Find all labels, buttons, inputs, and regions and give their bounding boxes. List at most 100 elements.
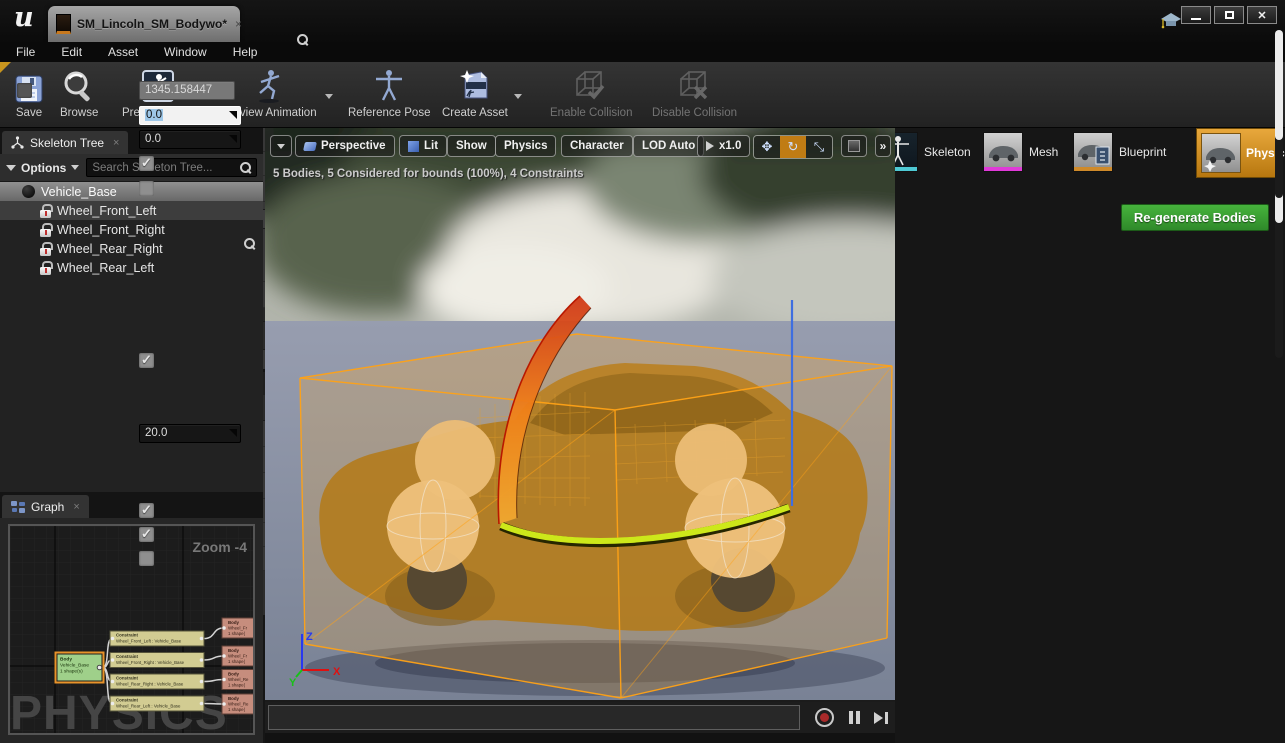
graph-node-body-wheel-rear-right[interactable]: Body Wheel_Re 1 shape( bbox=[222, 670, 253, 690]
graph-panel: Graph × PHYSICS Zoom -4 bbox=[0, 492, 263, 743]
value-spinner-icon[interactable] bbox=[229, 111, 237, 119]
blueprint-asset-button[interactable]: Blueprint bbox=[1073, 132, 1166, 172]
timeline-scrubber[interactable] bbox=[268, 705, 800, 730]
step-forward-button[interactable] bbox=[869, 706, 892, 729]
menu-window[interactable]: Window bbox=[164, 45, 207, 59]
body-lock-icon bbox=[40, 223, 51, 237]
browse-icon bbox=[62, 68, 96, 104]
min-bone-size-field[interactable]: 20.0 bbox=[139, 424, 241, 443]
mesh-asset-button[interactable]: Mesh bbox=[983, 132, 1058, 172]
translate-tool-button[interactable]: ✥ bbox=[754, 136, 780, 158]
viewport-options-button[interactable] bbox=[270, 135, 292, 157]
maximize-button[interactable] bbox=[1214, 6, 1244, 24]
document-tab[interactable]: SM_Lincoln_SM_Bodywo* × bbox=[48, 6, 240, 42]
scale-tool-button[interactable]: ⤡ bbox=[806, 136, 832, 158]
graph-node-constraint-front-right[interactable]: Constraint Wheel_Front_Right : Vehicle_B… bbox=[110, 653, 204, 668]
playback-speed-button[interactable]: x1.0 bbox=[697, 135, 750, 157]
double-sided-checkbox[interactable] bbox=[139, 181, 154, 196]
perspective-button[interactable]: Perspective bbox=[295, 135, 395, 157]
menu-asset[interactable]: Asset bbox=[108, 45, 138, 59]
walk-past-checkbox[interactable] bbox=[139, 527, 154, 542]
rotate-tool-button[interactable]: ↻ bbox=[780, 136, 806, 158]
tree-item-wheel-front-right[interactable]: Wheel_Front_Right bbox=[0, 220, 263, 239]
mesh-thumbnail bbox=[983, 132, 1023, 172]
menu-edit[interactable]: Edit bbox=[61, 45, 82, 59]
svg-text:Wheel_Re: Wheel_Re bbox=[228, 702, 249, 707]
svg-text:Wheel_Fr: Wheel_Fr bbox=[228, 626, 248, 631]
tree-item-wheel-front-left[interactable]: Wheel_Front_Left bbox=[0, 201, 263, 220]
minimize-button[interactable] bbox=[1181, 6, 1211, 24]
angular-damping-field[interactable]: 0.0 bbox=[139, 130, 241, 149]
skeleton-tree-search-input[interactable]: Search Skeleton Tree... bbox=[86, 158, 257, 177]
create-body-all-checkbox[interactable] bbox=[139, 551, 154, 566]
graph-tabbar: Graph × bbox=[0, 492, 263, 518]
svg-text:1 shape(s): 1 shape(s) bbox=[60, 669, 83, 675]
svg-text:Wheel_Front_Left : Vehicle_Bas: Wheel_Front_Left : Vehicle_Base bbox=[116, 639, 182, 644]
svg-text:Wheel_Rear_Right : Vehicle_Bas: Wheel_Rear_Right : Vehicle_Base bbox=[116, 682, 184, 687]
enable-collision-button[interactable]: Enable Collision bbox=[550, 68, 632, 119]
svg-text:Wheel_Fr: Wheel_Fr bbox=[228, 654, 248, 659]
graph-node-body-wheel-front-left[interactable]: Body Wheel_Fr 1 shape( bbox=[222, 618, 253, 638]
viewport-canvas[interactable]: Z X Y bbox=[265, 128, 895, 700]
tutorial-cap-icon[interactable] bbox=[1160, 12, 1182, 30]
tab-skeleton-tree[interactable]: Skeleton Tree × bbox=[2, 131, 128, 154]
viewport-overflow-chevron[interactable]: » bbox=[875, 135, 891, 157]
show-menu-button[interactable]: Show bbox=[447, 135, 496, 157]
tree-item-wheel-rear-left[interactable]: Wheel_Rear_Left bbox=[0, 258, 263, 277]
value-spinner-icon[interactable] bbox=[229, 135, 237, 143]
graph-node-vehicle-base[interactable]: Body Vehicle_Base 1 shape(s) bbox=[56, 653, 104, 683]
close-button[interactable]: ✕ bbox=[1247, 6, 1277, 24]
physics-asset-button[interactable]: Physics bbox=[1196, 128, 1282, 178]
svg-text:Constraint: Constraint bbox=[116, 633, 138, 638]
options-button[interactable]: Options bbox=[21, 161, 66, 175]
preview-animation-dropdown-icon[interactable] bbox=[325, 94, 333, 99]
value-spinner-icon[interactable] bbox=[229, 429, 237, 437]
tab-close-icon[interactable]: × bbox=[235, 17, 242, 31]
graph-node-constraint-front-left[interactable]: Constraint Wheel_Front_Left : Vehicle_Ba… bbox=[110, 631, 204, 646]
tree-item-wheel-rear-right[interactable]: Wheel_Rear_Right bbox=[0, 239, 263, 258]
lit-mode-button[interactable]: Lit bbox=[399, 135, 447, 157]
svg-text:X: X bbox=[333, 666, 341, 678]
graph-node-constraint-rear-left[interactable]: Constraint Wheel_Rear_Left : Vehicle_Bas… bbox=[110, 696, 204, 711]
options-dropdown-icon[interactable] bbox=[71, 165, 79, 170]
auto-orient-checkbox[interactable] bbox=[139, 503, 154, 518]
search-icon bbox=[297, 34, 308, 45]
svg-text:1 shape(: 1 shape( bbox=[228, 659, 246, 664]
skeleton-tree-options-row: Options Search Skeleton Tree... bbox=[0, 154, 263, 182]
browse-button[interactable]: Browse bbox=[60, 68, 98, 119]
create-asset-dropdown-icon[interactable] bbox=[514, 94, 522, 99]
menu-file[interactable]: File bbox=[16, 45, 35, 59]
title-bar: u SM_Lincoln_SM_Bodywo* × ✕ bbox=[0, 0, 1285, 42]
preview-animation-icon bbox=[252, 68, 286, 104]
graph-node-constraint-rear-right[interactable]: Constraint Wheel_Rear_Right : Vehicle_Ba… bbox=[110, 674, 204, 689]
enable-gravity-checkbox[interactable] bbox=[139, 156, 154, 171]
tab-graph[interactable]: Graph × bbox=[2, 495, 89, 518]
mass-override-checkbox[interactable] bbox=[17, 83, 32, 98]
tab-close-icon[interactable]: × bbox=[73, 501, 79, 513]
reference-pose-button[interactable]: Reference Pose bbox=[348, 68, 430, 119]
graph-canvas[interactable]: PHYSICS Zoom -4 Body bbox=[8, 524, 255, 735]
record-button[interactable] bbox=[813, 706, 836, 729]
graph-node-body-wheel-front-right[interactable]: Body Wheel_Fr 1 shape( bbox=[222, 646, 253, 666]
create-asset-button[interactable]: Create Asset bbox=[442, 68, 508, 119]
grid-snap-button[interactable] bbox=[841, 135, 867, 157]
menu-bar: File Edit Asset Window Help bbox=[0, 42, 1285, 62]
disable-collision-icon bbox=[677, 68, 713, 104]
tab-close-icon[interactable]: × bbox=[113, 137, 119, 149]
graph-node-body-wheel-rear-left[interactable]: Body Wheel_Re 1 shape( bbox=[222, 694, 253, 714]
reference-pose-icon bbox=[372, 68, 406, 104]
browse-to-asset-icon[interactable] bbox=[244, 238, 255, 249]
lod-auto-button[interactable]: LOD Auto bbox=[633, 135, 704, 157]
disable-collision-button[interactable]: Disable Collision bbox=[652, 68, 737, 119]
svg-text:Wheel_Rear_Left : Vehicle_Base: Wheel_Rear_Left : Vehicle_Base bbox=[116, 704, 181, 709]
svg-text:1 shape(: 1 shape( bbox=[228, 707, 246, 712]
pause-button[interactable] bbox=[843, 706, 866, 729]
tree-item-vehicle-base[interactable]: Vehicle_Base bbox=[0, 182, 263, 201]
linear-damping-field[interactable]: 0.0 bbox=[139, 106, 241, 125]
physics-menu-button[interactable]: Physics bbox=[495, 135, 556, 157]
vehicle-base-collision-box[interactable] bbox=[300, 334, 892, 698]
menu-help[interactable]: Help bbox=[233, 45, 258, 59]
physics-asset-editor-window: u SM_Lincoln_SM_Bodywo* × ✕ File Edit As… bbox=[0, 0, 1285, 743]
simulation-generates-checkbox[interactable] bbox=[139, 353, 154, 368]
character-menu-button[interactable]: Character bbox=[561, 135, 633, 157]
